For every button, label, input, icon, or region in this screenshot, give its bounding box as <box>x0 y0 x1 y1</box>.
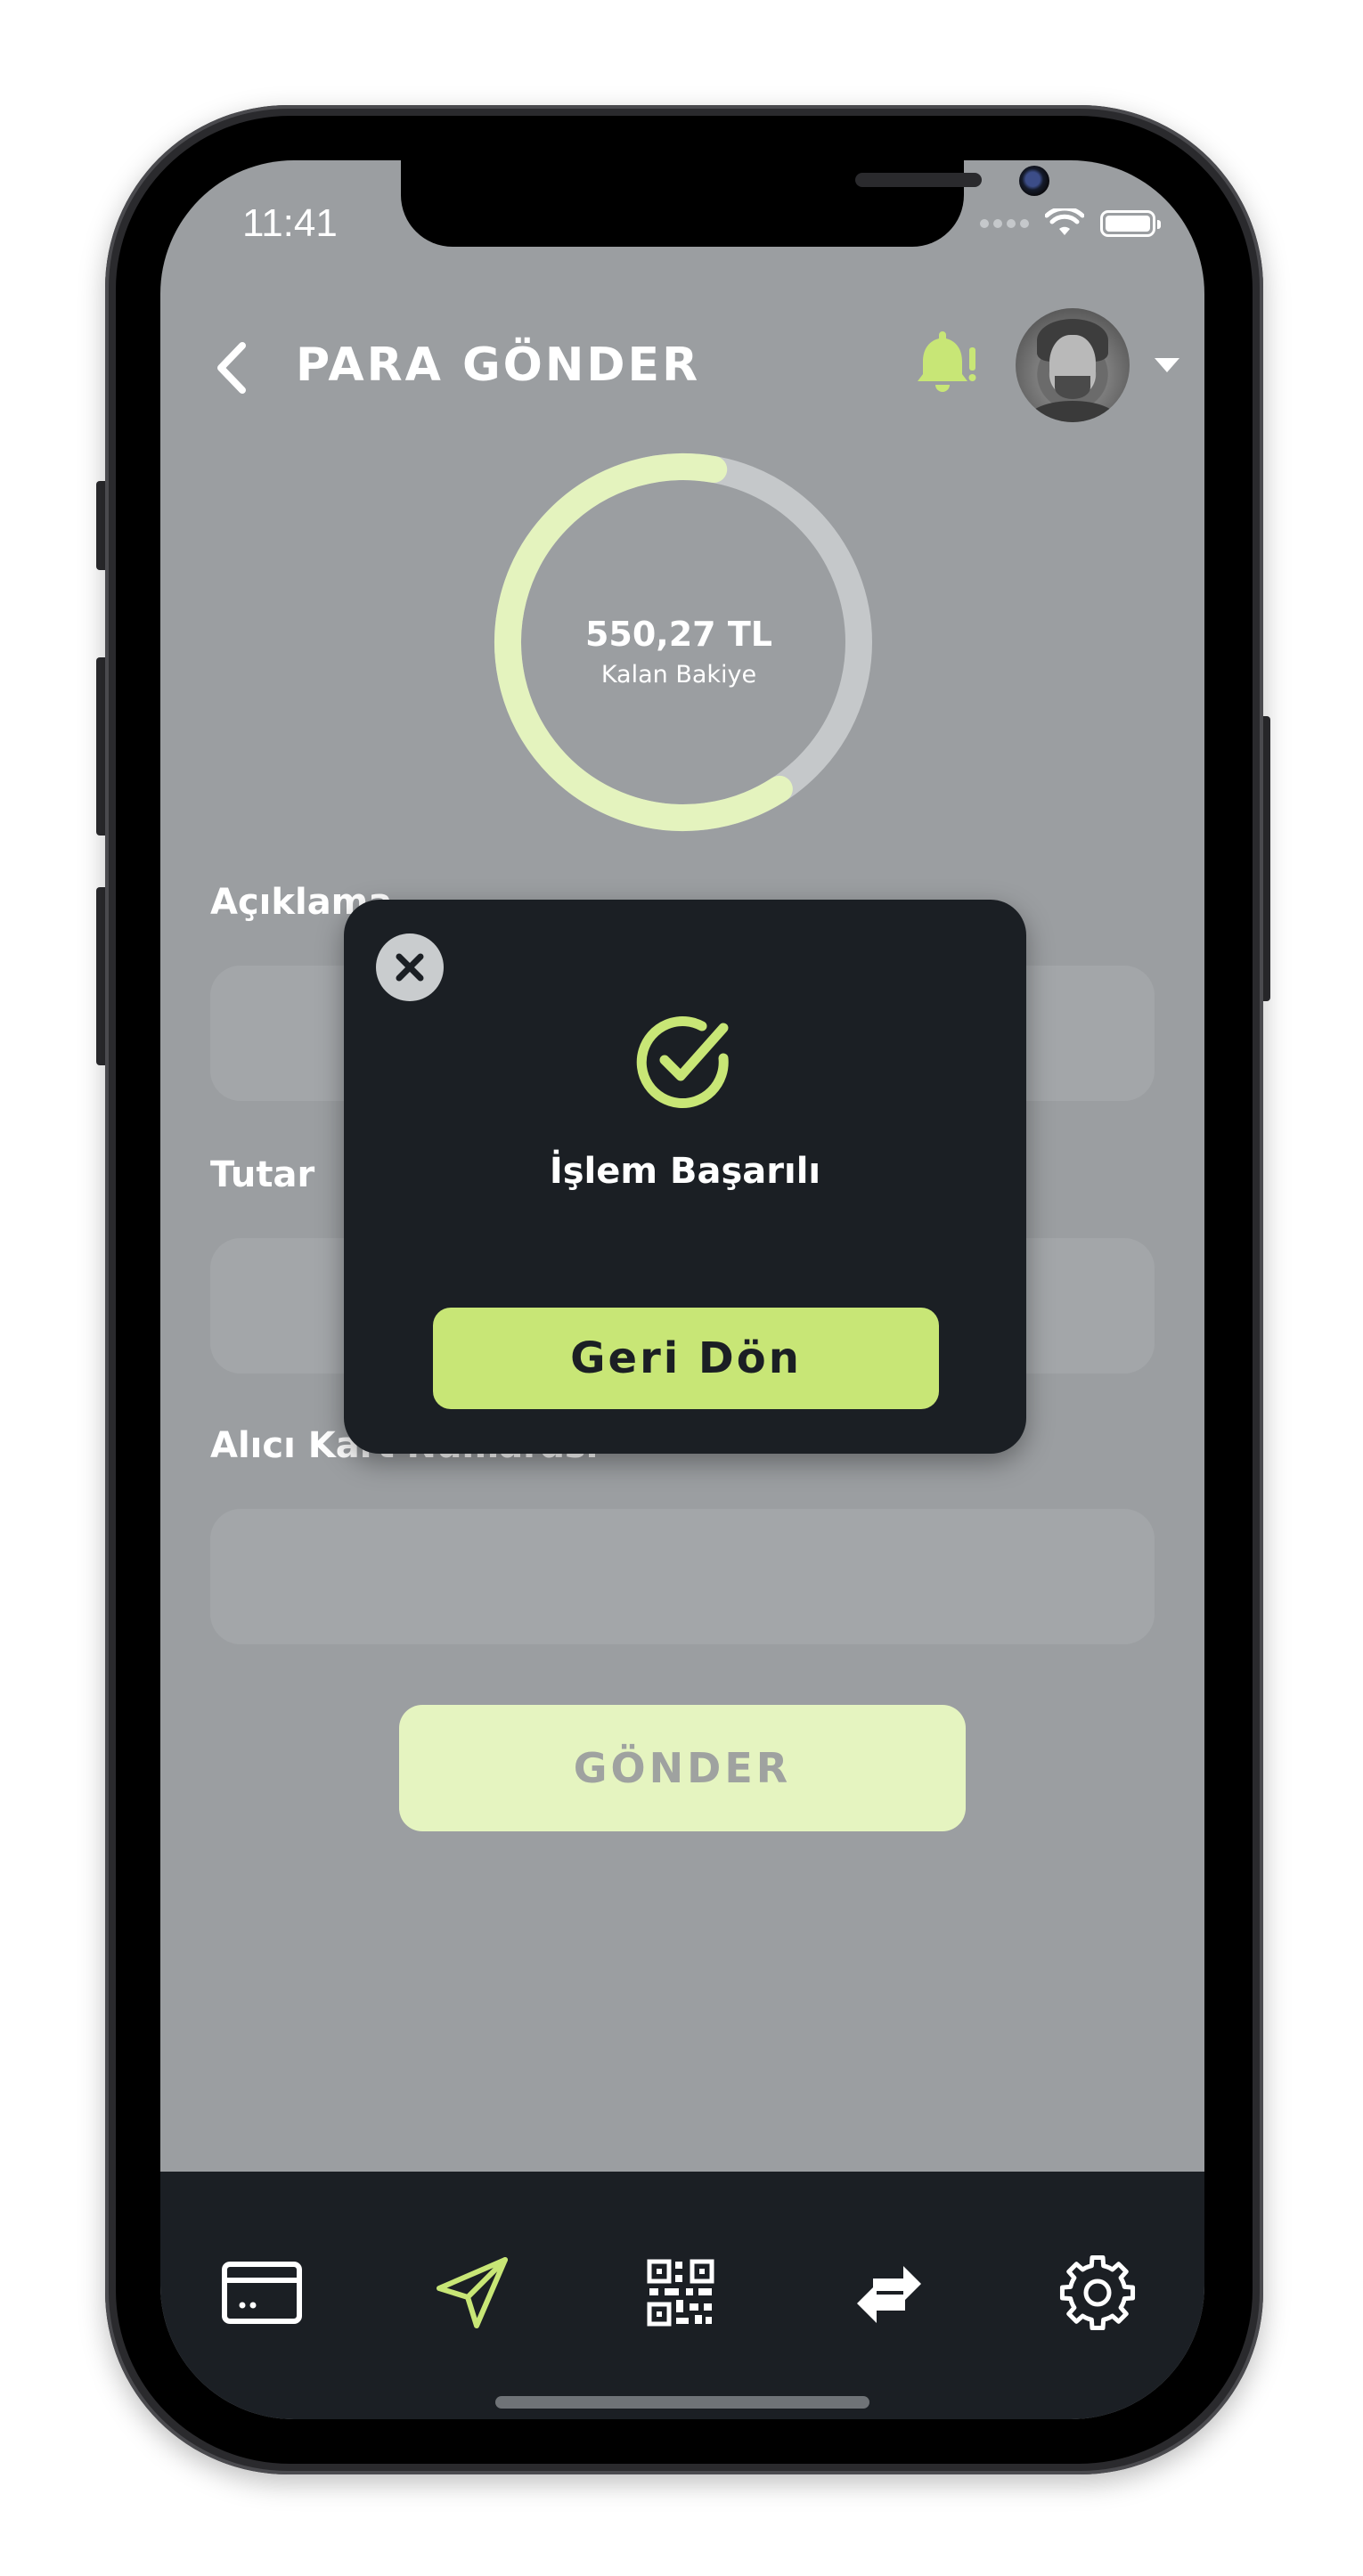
tab-bar <box>160 2172 1204 2419</box>
bell-alert-icon <box>918 331 976 392</box>
home-indicator <box>495 2396 869 2409</box>
cellular-signal-icon <box>980 219 1029 228</box>
battery-icon <box>1100 210 1161 237</box>
tab-send[interactable] <box>429 2250 515 2336</box>
check-circle-icon <box>636 1016 729 1109</box>
swap-arrows-icon <box>857 2266 921 2323</box>
paper-plane-icon <box>437 2257 508 2328</box>
send-button[interactable]: GÖNDER <box>399 1705 966 1831</box>
page-title: PARA GÖNDER <box>296 338 701 392</box>
chevron-left-icon <box>217 342 246 394</box>
modal-message: İşlem Başarılı <box>549 1151 821 1192</box>
caret-down-icon[interactable] <box>1155 358 1179 372</box>
tab-qr[interactable] <box>638 2250 723 2336</box>
qr-code-icon <box>647 2259 714 2327</box>
balance-amount: 550,27 TL <box>584 615 772 654</box>
gear-icon <box>1059 2254 1136 2331</box>
balance-label: Kalan Bakiye <box>600 661 757 689</box>
speaker-grille <box>855 173 982 187</box>
app-screen: 11:41 PARA GÖNDER 550,27 TL Kalan Bakiye… <box>160 160 1204 2419</box>
card-number-input[interactable] <box>210 1509 1155 1644</box>
credit-card-icon <box>222 2262 302 2324</box>
tab-cards[interactable] <box>219 2250 305 2336</box>
front-camera <box>1019 166 1049 196</box>
wifi-icon <box>1045 208 1084 235</box>
modal-close-button[interactable] <box>376 933 444 1001</box>
status-indicators <box>980 208 1161 239</box>
notifications-button[interactable] <box>909 328 980 399</box>
close-icon <box>396 953 424 982</box>
success-modal: İşlem Başarılı Geri Dön <box>344 900 1026 1454</box>
tab-transfer[interactable] <box>846 2250 932 2336</box>
tab-settings[interactable] <box>1055 2250 1140 2336</box>
amount-label: Tutar <box>210 1154 315 1195</box>
notch <box>401 160 1049 247</box>
user-avatar[interactable] <box>1016 308 1130 422</box>
back-button[interactable] <box>207 337 260 399</box>
go-back-button[interactable]: Geri Dön <box>433 1308 939 1409</box>
status-time: 11:41 <box>242 201 338 245</box>
